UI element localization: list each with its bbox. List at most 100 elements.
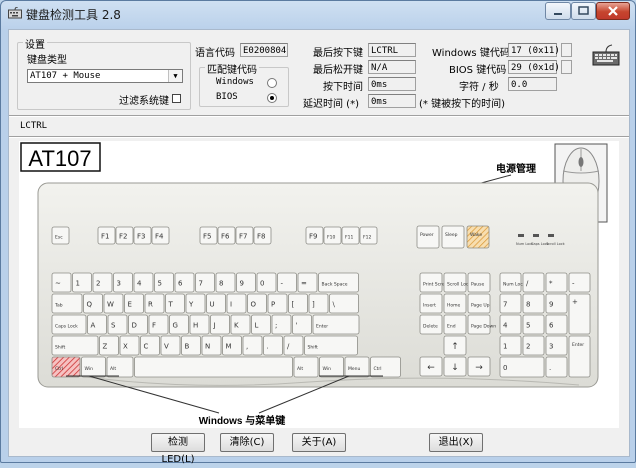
key-label-u-r2: U xyxy=(210,301,215,309)
keyboard-type-label: 键盘类型 xyxy=(27,55,67,66)
power-annotation: 电源管理 xyxy=(496,162,536,175)
minimize-icon xyxy=(554,13,562,15)
key-label-f2: F2 xyxy=(119,233,127,241)
key-label-key-num: + xyxy=(572,298,578,306)
key-label-key-r2: ] xyxy=(312,301,315,309)
about-button[interactable]: 关于(A) xyxy=(292,433,346,452)
key-label-win-left: Win xyxy=(85,366,94,372)
delay-time-value: 0ms xyxy=(368,94,416,108)
led-num-lock xyxy=(518,234,524,237)
match-bios-radio[interactable] xyxy=(267,93,277,103)
key-label-3-num: 3 xyxy=(549,343,553,351)
bios-code-indicator xyxy=(561,60,572,74)
keyboard-type-value: AT107 + Mouse xyxy=(30,71,101,81)
key-label-power: Power xyxy=(420,232,434,238)
key-label-key-num: * xyxy=(549,280,553,288)
filter-system-keys-checkbox[interactable] xyxy=(172,94,181,103)
key-label-esc: Esc xyxy=(55,235,63,241)
keyboard-type-select[interactable]: AT107 + Mouse ▼ xyxy=(27,69,183,83)
windows-code-value: 17 (0x11) xyxy=(508,43,560,57)
key-label-ctrl-right: Ctrl xyxy=(374,366,382,372)
key-label-win-right: Win xyxy=(323,366,332,372)
key-label-x-r4: X xyxy=(123,343,128,351)
key-label-2-r1: 2 xyxy=(96,280,100,288)
key-label-k-r3: K xyxy=(234,322,239,330)
key-label-key-num: . xyxy=(549,364,551,372)
key-label-3-r1: 3 xyxy=(117,280,121,288)
key-label-enter-num: Enter xyxy=(572,342,584,348)
key-label-9-r1: 9 xyxy=(240,280,244,288)
last-released-value: N/A xyxy=(368,60,416,74)
exit-button[interactable]: 退出(X) xyxy=(429,433,483,452)
match-windows-radio[interactable] xyxy=(267,78,277,88)
windows-annotation: Windows 与菜单键 xyxy=(199,414,287,427)
key-label-key-r4: , xyxy=(246,343,248,351)
last-pressed-value: LCTRL xyxy=(368,43,416,57)
key-label-s-r3: S xyxy=(111,322,116,330)
key-label-4-num: 4 xyxy=(503,322,508,330)
log-line: LCTRL xyxy=(20,121,48,131)
detect-led-button[interactable]: 检测LED(L) xyxy=(151,433,205,465)
key-label-key-r1: = xyxy=(301,280,307,288)
chars-per-sec-value: 0.0 xyxy=(508,77,557,91)
key-label-pause: Pause xyxy=(471,282,484,288)
key-label-d-r3: D xyxy=(132,322,137,330)
minimize-button[interactable] xyxy=(545,2,571,20)
key-label-5-num: 5 xyxy=(526,322,530,330)
maximize-button[interactable] xyxy=(571,2,596,20)
key-label-n-r4: N xyxy=(205,343,210,351)
last-pressed-label: 最后按下键 xyxy=(313,48,363,59)
model-label: AT107 xyxy=(28,146,91,171)
key-label-m-r4: M xyxy=(226,343,232,351)
key-label-j-r3: J xyxy=(213,322,216,330)
key-label-o-r2: O xyxy=(251,301,257,309)
clear-button[interactable]: 清除(C) xyxy=(220,433,274,452)
key-label-menu-right: Menu xyxy=(348,366,361,372)
key-label-c-r4: C xyxy=(144,343,149,351)
key-label-a-r3: A xyxy=(91,322,96,330)
last-released-label: 最后松开键 xyxy=(313,65,363,76)
key-label-0-r1: 0 xyxy=(260,280,264,288)
key-label-8-r1: 8 xyxy=(219,280,223,288)
keyboard-icon xyxy=(592,44,620,66)
key-label-9-num: 9 xyxy=(549,301,553,309)
key-label-ctrl-left: Ctrl xyxy=(55,366,63,372)
keyboard-app-icon xyxy=(8,7,22,19)
key-label-2-num: 2 xyxy=(526,343,530,351)
bios-code-value: 29 (0x1d) xyxy=(508,60,560,74)
key-label-0-num: 0 xyxy=(503,364,507,372)
key-label-f6: F6 xyxy=(221,233,230,241)
led-scroll-lock xyxy=(548,234,554,237)
key-label-tab-r2: Tab xyxy=(54,303,63,309)
key-label-e-r2: E xyxy=(128,301,132,309)
chevron-down-icon[interactable]: ▼ xyxy=(168,70,182,82)
press-time-label: 按下时间 xyxy=(323,82,363,93)
filter-system-keys-label: 过滤系统键 xyxy=(119,96,169,107)
key-label-alt-left: Alt xyxy=(110,366,116,372)
arrow-down-icon: ↓ xyxy=(451,363,459,373)
close-button[interactable] xyxy=(596,2,630,20)
key-label-sleep: Sleep xyxy=(445,232,458,238)
arrow-left-icon: ← xyxy=(427,363,435,373)
title-bar[interactable]: 键盘检测工具 2.8 xyxy=(1,1,635,29)
key-label-f3: F3 xyxy=(137,233,145,241)
chars-per-sec-label: 字符 / 秒 xyxy=(459,82,499,93)
key-label-5-r1: 5 xyxy=(158,280,162,288)
windows-code-label: Windows 键代码 xyxy=(432,48,510,59)
key-keyspace xyxy=(134,356,293,378)
key-label-f9: F9 xyxy=(309,233,317,241)
arrow-up-icon: ↑ xyxy=(451,342,459,352)
key-label-key-r3: ; xyxy=(275,322,277,330)
key-label-page-down: Page Down xyxy=(471,324,496,330)
separator-top xyxy=(9,115,629,117)
key-label-z-r4: Z xyxy=(103,343,108,351)
key-label-shift-right: Shift xyxy=(308,345,318,351)
language-code-label: 语言代码 xyxy=(195,48,235,59)
key-label-shift-left: Shift xyxy=(55,345,65,351)
window-title: 键盘检测工具 2.8 xyxy=(26,8,121,22)
key-label-f8: F8 xyxy=(257,233,265,241)
key-label-page-up: Page Up xyxy=(471,303,490,309)
key-label-1-num: 1 xyxy=(503,343,507,351)
app-window: 键盘检测工具 2.8 设置 键盘类型 AT107 + Mouse ▼ 过滤系统键… xyxy=(0,0,636,465)
key-label-6-r1: 6 xyxy=(178,280,183,288)
